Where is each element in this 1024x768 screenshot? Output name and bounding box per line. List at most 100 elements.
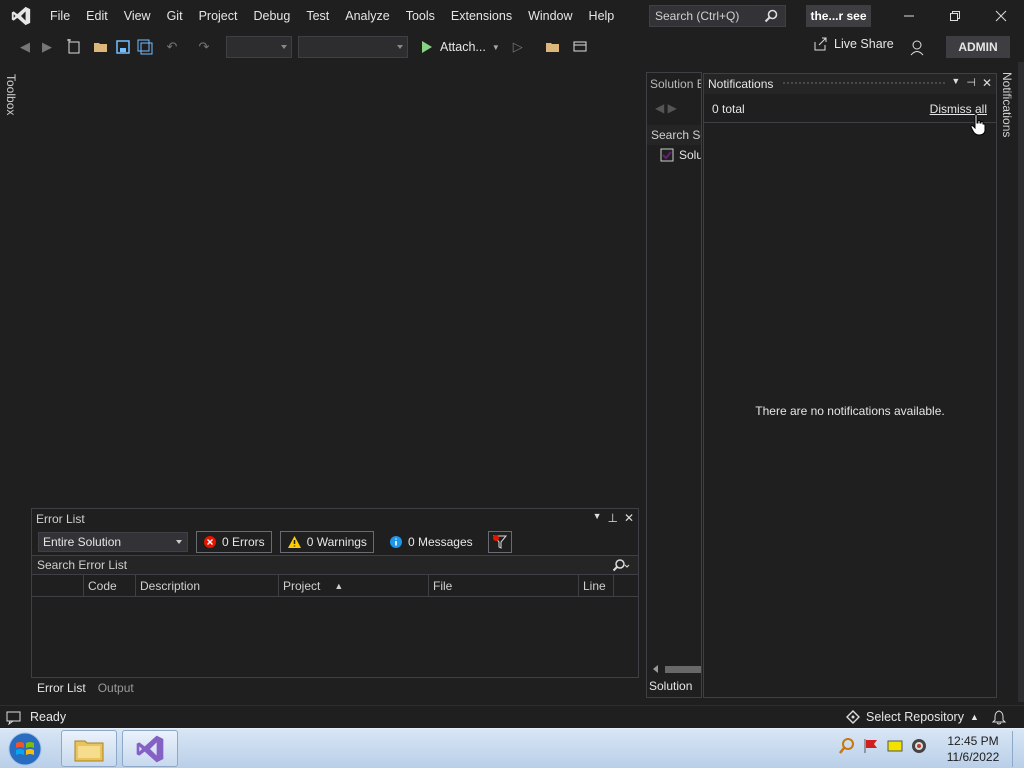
volume-icon[interactable] [910,737,928,755]
notifications-side-tab[interactable]: Notifications [998,70,1016,150]
solution-name-badge[interactable]: the...r see [806,5,871,27]
column-filter-header[interactable] [32,574,84,597]
drag-handle[interactable] [782,81,946,86]
display-icon[interactable] [886,737,904,755]
search-input[interactable]: Search (Ctrl+Q) [649,5,786,27]
menu-debug[interactable]: Debug [245,0,298,32]
tab-output[interactable]: Output [92,681,140,695]
menu-git[interactable]: Git [159,0,191,32]
close-icon[interactable]: ✕ [982,76,992,90]
pin-icon[interactable]: ⊣ [966,76,976,90]
warnings-filter-button[interactable]: 0 Warnings [279,531,374,553]
save-icon[interactable] [113,37,133,57]
menu-help[interactable]: Help [581,0,623,32]
toolbox-tab[interactable]: Toolbox [0,70,22,120]
column-code[interactable]: Code [84,574,136,597]
column-file[interactable]: File [429,574,579,597]
chevron-down-icon [176,540,182,544]
menu-file[interactable]: File [42,0,78,32]
errors-filter-button[interactable]: 0 Errors [196,531,272,553]
menu-window[interactable]: Window [520,0,580,32]
system-tray [838,737,928,755]
feedback-icon[interactable] [908,39,926,57]
save-all-icon[interactable] [135,37,155,57]
new-project-icon[interactable] [59,37,89,57]
pin-icon[interactable]: ⊥ [607,511,617,525]
select-repository-button[interactable]: Select Repository ▲ [846,710,979,724]
taskbar-clock[interactable]: 12:45 PM 11/6/2022 [940,733,1006,765]
menu-analyze[interactable]: Analyze [337,0,397,32]
windows-taskbar: 12:45 PM 11/6/2022 [0,728,1024,768]
back-icon[interactable]: ◀ [15,37,35,57]
notifications-panel: Notifications ▼ ⊣ ✕ 0 total Dismiss all … [703,73,997,698]
taskbar-visual-studio[interactable] [122,730,178,767]
menu-project[interactable]: Project [191,0,246,32]
play-icon [422,41,432,53]
chevron-up-icon: ▲ [969,712,979,722]
attach-button[interactable]: Attach... ▼ [420,40,500,54]
menu-view[interactable]: View [116,0,159,32]
forward-icon[interactable]: ▶ [37,37,57,57]
output-status-icon[interactable] [6,709,22,725]
live-share-label: Live Share [834,37,894,51]
sort-ascending-icon: ▲ [334,580,344,591]
visual-studio-logo-icon[interactable] [10,5,32,27]
bell-icon[interactable] [992,710,1006,725]
bottom-tab-strip: Error List Output [31,678,140,698]
layout-icon[interactable] [565,37,595,57]
minimize-button[interactable] [886,0,932,32]
status-bar: Ready Select Repository ▲ [0,705,1024,728]
notifications-title: Notifications [708,77,774,91]
column-description[interactable]: Description [136,574,279,597]
windows-start-icon[interactable] [5,731,45,767]
horizontal-scrollbar[interactable] [651,663,701,675]
restore-button[interactable] [932,0,978,32]
status-text: Ready [30,710,67,724]
select-repository-label: Select Repository [866,710,964,724]
menu-test[interactable]: Test [298,0,337,32]
column-label: Project [283,578,321,593]
start-without-debugging-icon[interactable]: ▷ [508,37,528,57]
close-icon[interactable]: ✕ [624,511,634,525]
build-filter-button[interactable] [487,531,512,553]
account-button[interactable]: ADMIN [946,36,1010,58]
column-project[interactable]: Project ▲ [279,574,429,597]
configuration-dropdown[interactable] [226,36,292,58]
menu-extensions[interactable]: Extensions [443,0,520,32]
search-icon [764,9,778,23]
show-desktop-button[interactable] [1012,731,1022,767]
platform-dropdown[interactable] [298,36,408,58]
live-share-button[interactable]: Live Share [812,36,894,52]
notifications-header: Notifications ▼ ⊣ ✕ [704,74,996,94]
chevron-down-icon[interactable]: ▼ [951,76,960,90]
hand-cursor-icon [970,114,986,136]
taskbar-file-explorer[interactable] [61,730,117,767]
menu-edit[interactable]: Edit [78,0,116,32]
filter-icon [492,535,507,549]
menu-tools[interactable]: Tools [398,0,443,32]
minimize-icon [904,15,914,17]
chevron-down-icon[interactable]: ▼ [593,511,602,525]
error-list-search-input[interactable]: Search Error List [32,555,638,575]
scope-dropdown[interactable]: Entire Solution [38,532,188,552]
vertical-scrollbar[interactable] [1018,62,1024,702]
messages-filter-button[interactable]: 0 Messages [381,531,480,553]
close-button[interactable] [978,0,1024,32]
warnings-count-label: 0 Warnings [306,535,367,549]
redo-icon[interactable]: ↷ [189,37,219,57]
error-icon [204,536,216,548]
tab-solution-explorer[interactable]: Solution [649,679,692,693]
open-folder-icon[interactable] [91,37,111,57]
tab-error-list[interactable]: Error List [31,681,92,695]
solution-tree-item[interactable]: Solu [659,147,701,163]
error-list-search-placeholder: Search Error List [37,558,128,572]
search-icon[interactable] [612,558,630,574]
column-line[interactable]: Line [579,574,614,597]
solution-explorer-title[interactable]: Solution E [647,73,701,95]
flag-icon[interactable] [862,737,880,755]
solution-explorer-search[interactable]: Search So [647,125,701,145]
undo-icon[interactable]: ↶ [157,37,187,57]
search-tray-icon[interactable] [838,737,856,755]
column-label: Description [140,578,201,593]
folder-view-icon[interactable] [543,37,563,57]
